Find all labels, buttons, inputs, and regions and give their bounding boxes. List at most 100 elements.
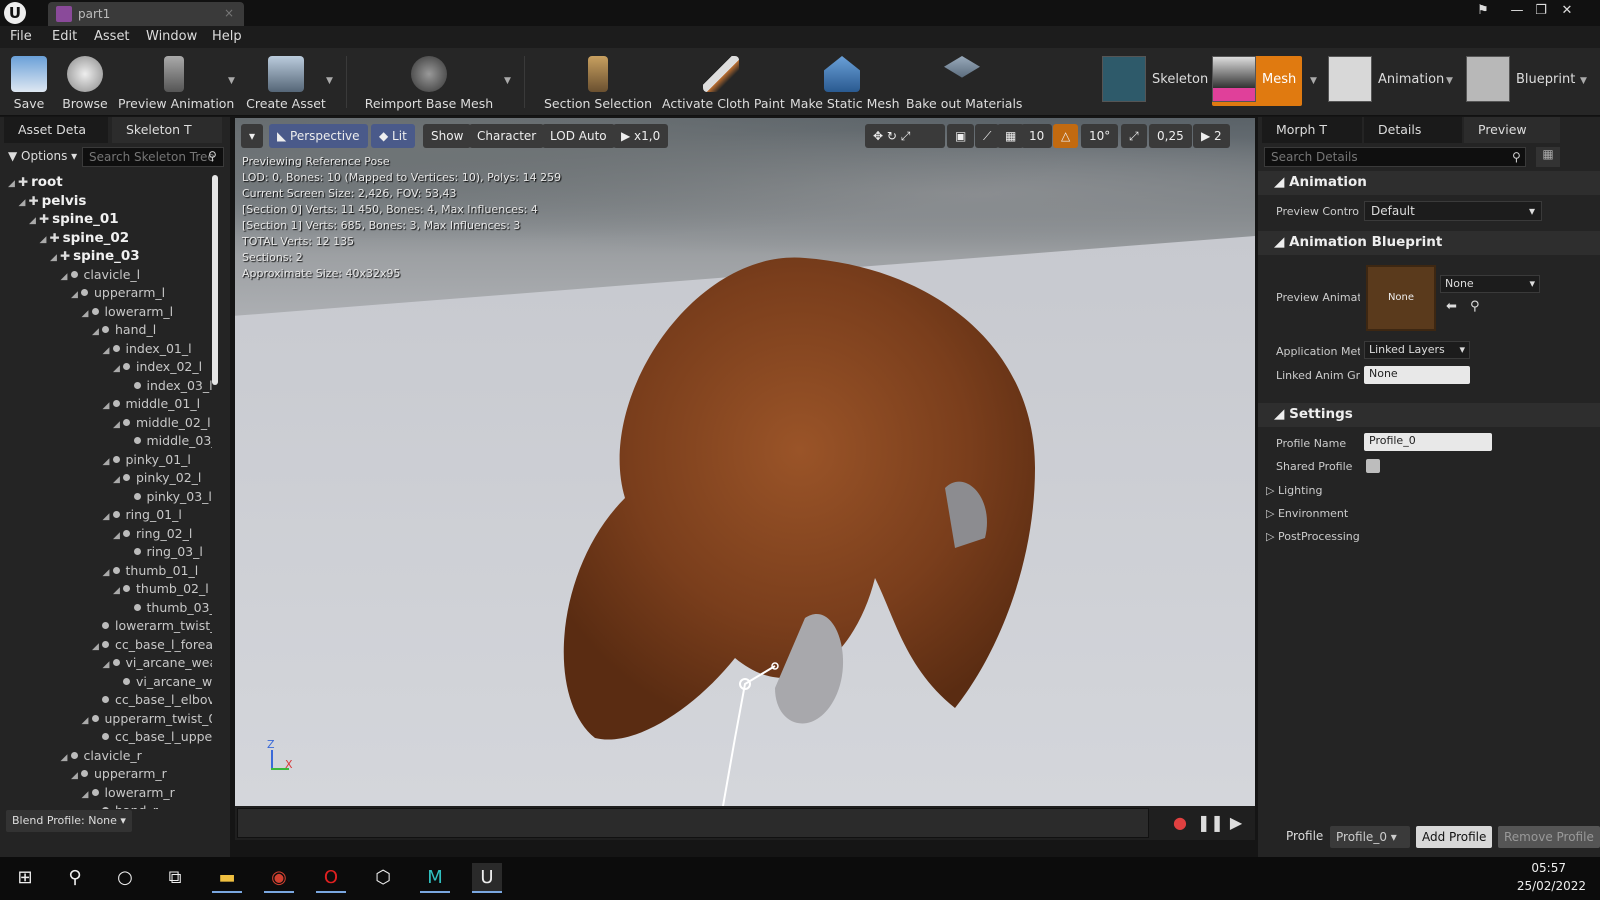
- bone-tree-item[interactable]: ◢ ✚ spine_01: [0, 210, 212, 229]
- bone-tree-item[interactable]: middle_03_: [0, 432, 212, 451]
- expand-arrow-icon[interactable]: ◢: [113, 527, 123, 544]
- tree-scrollbar[interactable]: [212, 175, 218, 385]
- show-button[interactable]: Show: [423, 124, 472, 148]
- bone-tree-item[interactable]: ◢ clavicle_r: [0, 747, 212, 766]
- menu-file[interactable]: File: [10, 29, 32, 44]
- bone-tree-item[interactable]: ◢ thumb_01_l: [0, 562, 212, 581]
- bone-tree-item[interactable]: ◢ middle_02_l: [0, 414, 212, 433]
- use-selected-arrow-icon[interactable]: ⬅: [1446, 299, 1457, 314]
- 3d-viewer-icon[interactable]: ⬡: [368, 863, 398, 893]
- save-button[interactable]: Save: [6, 52, 52, 112]
- expand-arrow-icon[interactable]: ◢: [50, 249, 60, 266]
- lighting-category[interactable]: ▷ Lighting: [1266, 484, 1322, 497]
- cortana-icon[interactable]: ○: [110, 863, 140, 893]
- chrome-icon[interactable]: ◉: [264, 863, 294, 893]
- timeline-track[interactable]: [237, 808, 1149, 838]
- camera-speed-button[interactable]: ▶ 2: [1193, 124, 1230, 148]
- reimport-base-mesh-button[interactable]: Reimport Base Mesh: [362, 52, 496, 112]
- step-forward-icon[interactable]: ▶: [1225, 812, 1247, 834]
- expand-arrow-icon[interactable]: ◢: [71, 286, 81, 303]
- bone-tree-item[interactable]: ◢ vi_arcane_wea: [0, 654, 213, 673]
- bone-tree-item[interactable]: vi_arcane_w: [0, 673, 212, 692]
- bone-tree-item[interactable]: ◢ ✚ pelvis: [0, 192, 212, 211]
- bone-tree-item[interactable]: ◢ ✚ root: [0, 173, 212, 192]
- expand-arrow-icon[interactable]: ◢: [113, 360, 123, 377]
- search-icon[interactable]: ⚲: [60, 863, 90, 893]
- activate-cloth-paint-button[interactable]: Activate Cloth Paint: [662, 52, 785, 112]
- skeleton-search-input[interactable]: [82, 147, 224, 167]
- character-button[interactable]: Character: [469, 124, 545, 148]
- viewport-options-button[interactable]: ▾: [241, 124, 264, 148]
- transform-tools[interactable]: ✥ ↻ ⤢: [865, 124, 945, 148]
- options-dropdown[interactable]: ▼ Options ▾: [8, 149, 77, 163]
- expand-arrow-icon[interactable]: ◢: [92, 638, 102, 655]
- bone-tree-item[interactable]: ◢ lowerarm_r: [0, 784, 212, 803]
- bake-out-materials-button[interactable]: Bake out Materials: [906, 52, 1022, 112]
- expand-arrow-icon[interactable]: ◢: [113, 416, 123, 433]
- bone-tree-item[interactable]: ◢ ✚ spine_02: [0, 229, 212, 248]
- bone-tree-item[interactable]: thumb_03_: [0, 599, 212, 618]
- expand-arrow-icon[interactable]: ◢: [82, 712, 92, 729]
- animation-dropdown-icon[interactable]: ▼: [1446, 76, 1453, 86]
- animation-section-header[interactable]: ◢ Animation: [1258, 171, 1600, 195]
- section-selection-button[interactable]: Section Selection: [540, 52, 656, 112]
- rotation-snap-icon[interactable]: △: [1053, 124, 1079, 148]
- close-tab-icon[interactable]: ×: [224, 6, 234, 20]
- expand-arrow-icon[interactable]: ◢: [103, 508, 113, 525]
- expand-arrow-icon[interactable]: ◢: [82, 786, 92, 803]
- postprocessing-category[interactable]: ▷ PostProcessing: [1266, 530, 1360, 543]
- perspective-button[interactable]: ◣ Perspective: [269, 124, 368, 148]
- shared-profile-checkbox[interactable]: [1366, 459, 1380, 473]
- bone-tree-item[interactable]: hand_r: [0, 802, 212, 809]
- expand-arrow-icon[interactable]: ◢: [8, 175, 18, 192]
- make-static-mesh-button[interactable]: Make Static Mesh: [790, 52, 900, 112]
- view-options-icon[interactable]: ▦: [1536, 147, 1560, 167]
- animation-blueprint-section-header[interactable]: ◢ Animation Blueprint: [1258, 231, 1600, 255]
- restore-button[interactable]: ❐: [1530, 2, 1552, 20]
- preview-animation-dropdown[interactable]: None ▾: [1440, 275, 1540, 293]
- expand-arrow-icon[interactable]: ◢: [113, 471, 123, 488]
- bone-tree-item[interactable]: ◢ thumb_02_l: [0, 580, 212, 599]
- expand-arrow-icon[interactable]: ◢: [71, 767, 81, 784]
- viewport[interactable]: ▾ ◣ Perspective ◆ Lit Show Character LOD…: [235, 118, 1255, 806]
- preview-animation-thumbnail[interactable]: None: [1366, 265, 1436, 331]
- bone-tree-item[interactable]: ◢ clavicle_l: [0, 266, 212, 285]
- linked-anim-graph-input[interactable]: None: [1364, 366, 1470, 384]
- menu-help[interactable]: Help: [212, 29, 242, 44]
- expand-arrow-icon[interactable]: ◢: [29, 212, 39, 229]
- profile-dropdown[interactable]: Profile_0 ▾: [1330, 826, 1410, 848]
- lit-button[interactable]: ◆ Lit: [371, 124, 415, 148]
- expand-arrow-icon[interactable]: ◢: [103, 564, 113, 581]
- blueprint-dropdown-icon[interactable]: ▼: [1580, 76, 1587, 86]
- lod-button[interactable]: LOD Auto: [542, 124, 615, 148]
- blueprint-mode-button[interactable]: Blueprint: [1466, 56, 1576, 106]
- bone-tree-item[interactable]: ◢ hand_l: [0, 321, 212, 340]
- skeleton-mode-button[interactable]: Skeleton: [1102, 56, 1208, 106]
- bone-tree-item[interactable]: ◢ index_01_l: [0, 340, 212, 359]
- expand-arrow-icon[interactable]: ◢: [113, 582, 123, 599]
- expand-arrow-icon[interactable]: ◢: [92, 323, 102, 340]
- bone-tree-item[interactable]: ◢ lowerarm_l: [0, 303, 212, 322]
- unreal-logo-icon[interactable]: U: [4, 2, 26, 24]
- scale-snap-value[interactable]: 0,25: [1149, 124, 1192, 148]
- expand-arrow-icon[interactable]: ◢: [19, 194, 29, 211]
- bone-tree-item[interactable]: ring_03_l: [0, 543, 212, 562]
- bone-tree-item[interactable]: index_03_l: [0, 377, 212, 396]
- blend-profile-dropdown[interactable]: Blend Profile: None ▾: [6, 810, 132, 832]
- preview-animation-dropdown-icon[interactable]: ▼: [228, 76, 235, 86]
- tab-preview-settings[interactable]: Preview: [1464, 117, 1560, 143]
- expand-arrow-icon[interactable]: ◢: [103, 656, 113, 673]
- mesh-mode-button[interactable]: Mesh: [1212, 56, 1302, 106]
- task-view-icon[interactable]: ⧉: [160, 863, 190, 893]
- bone-tree-item[interactable]: ◢ upperarm_l: [0, 284, 212, 303]
- bone-tree-item[interactable]: ◢ middle_01_l: [0, 395, 212, 414]
- expand-arrow-icon[interactable]: ◢: [82, 305, 92, 322]
- expand-arrow-icon[interactable]: ◢: [103, 342, 113, 359]
- create-asset-dropdown-icon[interactable]: ▼: [326, 76, 333, 86]
- menu-window[interactable]: Window: [146, 29, 197, 44]
- bone-tree-item[interactable]: ◢ upperarm_twist_0: [0, 710, 213, 729]
- expand-arrow-icon[interactable]: ◢: [40, 231, 50, 248]
- reimport-dropdown-icon[interactable]: ▼: [504, 76, 511, 86]
- expand-arrow-icon[interactable]: ◢: [61, 268, 71, 285]
- bone-tree-item[interactable]: cc_base_l_uppe: [0, 728, 212, 747]
